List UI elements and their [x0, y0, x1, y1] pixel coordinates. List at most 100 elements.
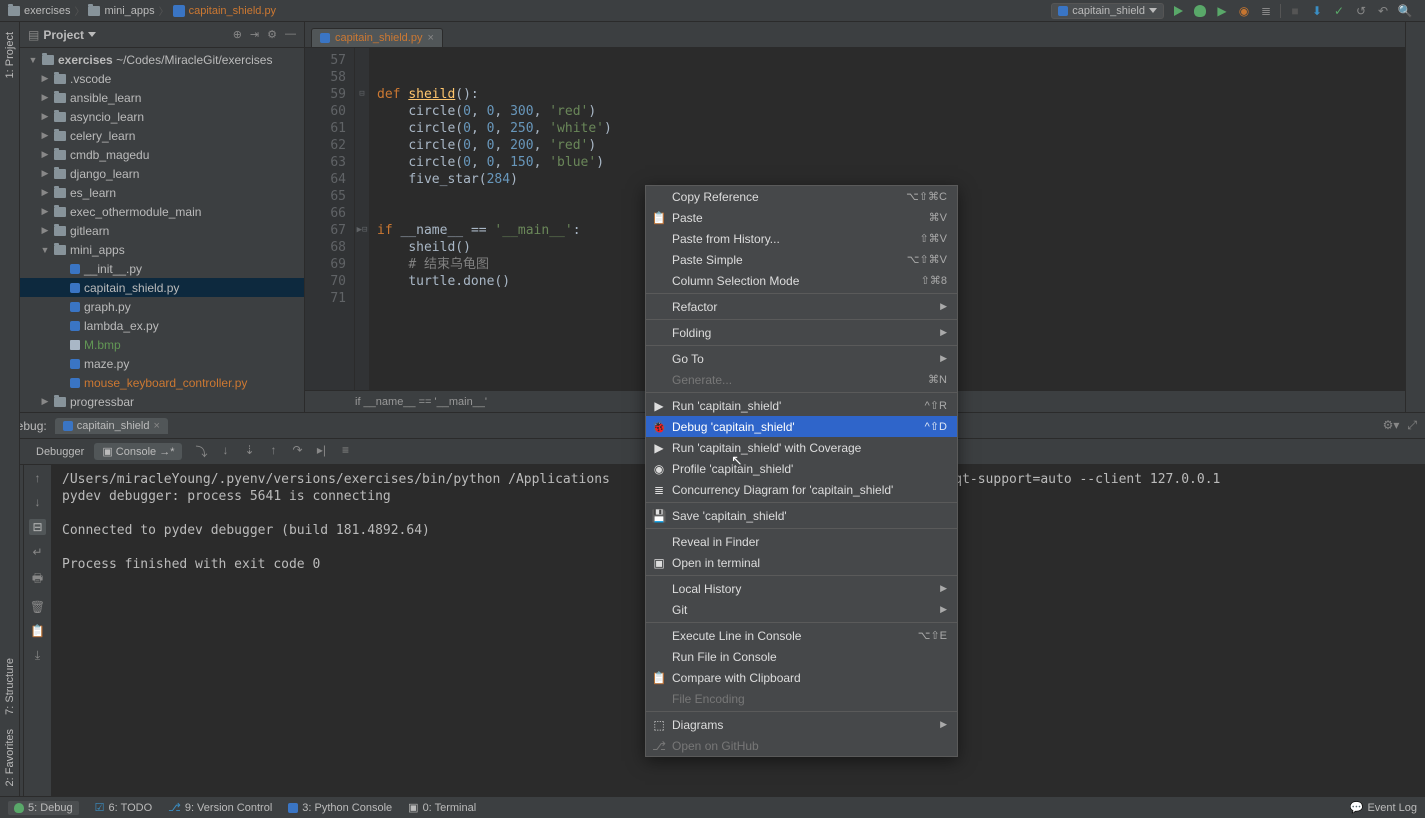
git-pull-button[interactable]: ⬇ [1309, 3, 1325, 19]
git-commit-button[interactable]: ✓ [1331, 3, 1347, 19]
tree-row[interactable]: maze.py [20, 354, 304, 373]
tree-row[interactable]: ▶cmdb_magedu [20, 145, 304, 164]
status-debug-tab[interactable]: 5: Debug [8, 801, 79, 815]
gear-icon[interactable]: ⚙▾ [1383, 418, 1400, 433]
stop-button[interactable]: ■ [1287, 3, 1303, 19]
settings-icon[interactable]: ⚙ [267, 28, 277, 41]
tree-row[interactable]: graph.py [20, 297, 304, 316]
tree-row[interactable]: capitain_shield.py [20, 278, 304, 297]
context-menu-item[interactable]: Paste Simple⌥⇧⌘V [646, 249, 957, 270]
close-icon[interactable]: × [153, 420, 159, 432]
coverage-button[interactable]: ▶ [1214, 3, 1230, 19]
tree-row[interactable]: ▶exec_othermodule_main [20, 202, 304, 221]
wrap-icon[interactable]: ↵ [32, 545, 42, 559]
breadcrumb-root[interactable]: exercises [4, 5, 74, 17]
context-menu-item[interactable]: Go To▶ [646, 348, 957, 369]
context-menu-item[interactable]: Local History▶ [646, 578, 957, 599]
breadcrumb-folder[interactable]: mini_apps [84, 5, 158, 17]
tree-row[interactable]: ▶celery_learn [20, 126, 304, 145]
debug-button[interactable] [1192, 3, 1208, 19]
step-into-icon[interactable]: ↓ [216, 443, 234, 460]
context-menu-item[interactable]: ⬚Diagrams▶ [646, 714, 957, 735]
autoscroll-icon[interactable]: ⊕ [233, 28, 242, 41]
context-menu-item[interactable]: Refactor▶ [646, 296, 957, 317]
github-icon: ⎇ [652, 739, 666, 753]
run-config-dropdown[interactable]: capitain_shield [1051, 3, 1164, 19]
step-over-icon[interactable]: ⤵ [192, 443, 210, 460]
concurrency-button[interactable]: ≣ [1258, 3, 1274, 19]
tree-row[interactable]: __init__.py [20, 259, 304, 278]
run-button[interactable] [1170, 3, 1186, 19]
console-tab[interactable]: ▣ Console →* [94, 443, 182, 460]
tree-row[interactable]: ▶.vscode [20, 69, 304, 88]
status-eventlog[interactable]: 💬Event Log [1350, 801, 1417, 814]
run-to-cursor-icon[interactable]: ▸| [312, 443, 330, 460]
tree-row[interactable]: mouse_keyboard_controller.py [20, 373, 304, 392]
rail-project-tab[interactable]: 1: Project [4, 28, 16, 82]
context-menu-item[interactable]: ▶Run 'capitain_shield'^⇧R [646, 395, 957, 416]
tree-row[interactable]: ▶progressbar [20, 392, 304, 411]
context-menu-item[interactable]: ≣Concurrency Diagram for 'capitain_shiel… [646, 479, 957, 500]
hide-icon[interactable]: — [285, 28, 296, 41]
rail-favorites-tab[interactable]: 2: Favorites [4, 725, 16, 790]
chevron-down-icon[interactable] [88, 32, 96, 37]
context-menu-item[interactable]: Run File in Console [646, 646, 957, 667]
breadcrumb-file[interactable]: capitain_shield.py [169, 5, 280, 17]
profile-button[interactable]: ◉ [1236, 3, 1252, 19]
context-menu-item[interactable]: 📋Paste⌘V [646, 207, 957, 228]
undo-button[interactable]: ↶ [1375, 3, 1391, 19]
close-icon[interactable]: × [427, 32, 433, 44]
rail-structure-tab[interactable]: 7: Structure [4, 654, 16, 719]
chevron-right-icon: ▶ [940, 301, 947, 312]
context-menu-item[interactable]: Git▶ [646, 599, 957, 620]
filter-icon[interactable]: ⊟ [29, 519, 45, 535]
context-menu-item[interactable]: Column Selection Mode⇧⌘8 [646, 270, 957, 291]
fold-gutter[interactable]: ⊟▶⊟ [355, 48, 369, 390]
step-out-icon[interactable]: ↑ [264, 443, 282, 460]
debug-session-tab[interactable]: capitain_shield × [55, 418, 168, 434]
tree-row[interactable]: ▶gitlearn [20, 221, 304, 240]
expression-icon[interactable]: ≡ [336, 443, 354, 460]
menu-label: Concurrency Diagram for 'capitain_shield… [672, 483, 893, 497]
status-terminal-tab[interactable]: ▣0: Terminal [408, 801, 476, 814]
context-menu-item[interactable]: ▣Open in terminal [646, 552, 957, 573]
print-icon[interactable]: 🖶 [32, 569, 43, 590]
search-button[interactable]: 🔍 [1397, 3, 1413, 19]
trash-icon[interactable]: 🗑 [30, 600, 45, 614]
tree-row[interactable]: ▶es_learn [20, 183, 304, 202]
context-menu-item[interactable]: 📋Compare with Clipboard [646, 667, 957, 688]
pin-icon[interactable]: ⤢ [1407, 418, 1417, 433]
debugger-tab[interactable]: Debugger [28, 444, 92, 460]
context-menu-item[interactable]: Reveal in Finder [646, 531, 957, 552]
tree-row[interactable]: lambda_ex.py [20, 316, 304, 335]
context-menu-item[interactable]: 💾Save 'capitain_shield' [646, 505, 957, 526]
collapse-icon[interactable]: ⇥ [250, 28, 259, 41]
line-gutter[interactable]: 575859606162636465666768697071 [305, 48, 355, 390]
git-history-button[interactable]: ↺ [1353, 3, 1369, 19]
tree-row[interactable]: ▼exercises ~/Codes/MiracleGit/exercises [20, 50, 304, 69]
tree-row[interactable]: ▶ansible_learn [20, 88, 304, 107]
context-menu-item[interactable]: Execute Line in Console⌥⇧E [646, 625, 957, 646]
editor-tab[interactable]: capitain_shield.py × [311, 28, 443, 47]
project-tree[interactable]: ▼exercises ~/Codes/MiracleGit/exercises▶… [20, 48, 304, 412]
tree-row[interactable]: M.bmp [20, 335, 304, 354]
force-step-into-icon[interactable]: ⇣ [240, 443, 258, 460]
status-pyconsole-tab[interactable]: 3: Python Console [288, 802, 392, 814]
tree-row[interactable]: ▼mini_apps [20, 240, 304, 259]
context-menu-item[interactable]: Copy Reference⌥⇧⌘C [646, 186, 957, 207]
scroll-icon[interactable]: ⤓ [35, 648, 40, 663]
context-menu-item[interactable]: Paste from History...⇧⌘V [646, 228, 957, 249]
status-vcs-tab[interactable]: ⎇9: Version Control [168, 801, 272, 814]
tree-row[interactable]: ▶asyncio_learn [20, 107, 304, 126]
context-menu-item[interactable]: Folding▶ [646, 322, 957, 343]
up-icon[interactable]: ↑ [35, 471, 41, 485]
context-menu-item[interactable]: 🐞Debug 'capitain_shield'^⇧D [646, 416, 957, 437]
tree-row[interactable]: ▶django_learn [20, 164, 304, 183]
down-icon[interactable]: ↓ [35, 495, 41, 509]
drop-frame-icon[interactable]: ↷ [288, 443, 306, 460]
context-menu-item[interactable]: ▶Run 'capitain_shield' with Coverage [646, 437, 957, 458]
context-menu-item[interactable]: ◉Profile 'capitain_shield' [646, 458, 957, 479]
status-todo-tab[interactable]: ☑6: TODO [95, 801, 152, 814]
folder-icon [54, 131, 66, 141]
clear-icon[interactable]: 📋 [30, 624, 45, 638]
